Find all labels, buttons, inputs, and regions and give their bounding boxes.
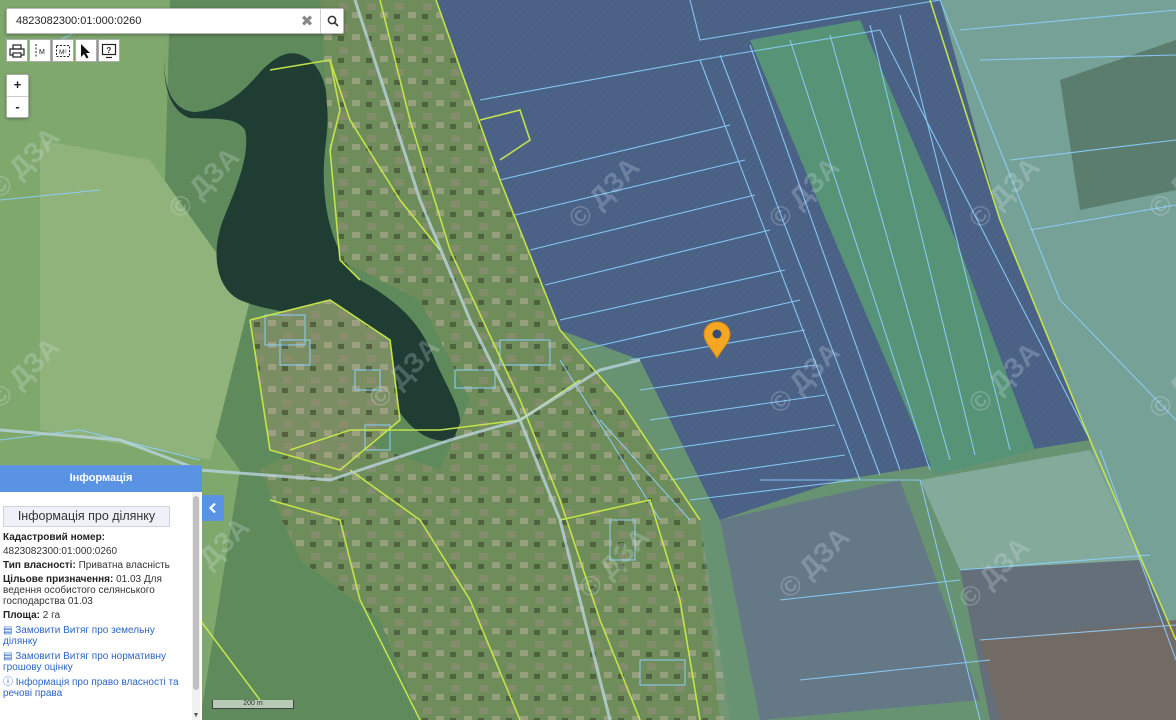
search-box: ✖	[6, 8, 344, 34]
info-panel-subtitle: Інформація про ділянку	[3, 506, 170, 527]
info-panel: Інформація Інформація про ділянку Кадаст…	[0, 465, 202, 720]
ownership-row: Тип власності: Приватна власність	[3, 560, 186, 571]
scrollbar-thumb[interactable]	[193, 496, 199, 690]
zoom-out-button[interactable]: -	[7, 96, 28, 117]
print-button[interactable]	[6, 39, 28, 62]
print-icon	[9, 43, 25, 58]
ownership-label: Тип власності:	[3, 560, 76, 571]
document-icon: ▤	[3, 651, 13, 662]
purpose-label: Цільове призначення:	[3, 574, 114, 585]
info-panel-body: Інформація про ділянку Кадастровий номер…	[0, 492, 190, 720]
document-icon: ▤	[3, 625, 13, 636]
cursor-icon	[81, 43, 90, 58]
order-valuation-extract-link[interactable]: ▤ Замовити Витяг про нормативну грошову …	[3, 651, 186, 673]
measure-length-button[interactable]: M	[29, 39, 51, 62]
measure-area-icon: M²	[56, 44, 70, 57]
measure-area-button[interactable]: M²	[52, 39, 74, 62]
svg-text:M²: M²	[59, 49, 67, 56]
select-button[interactable]	[75, 39, 97, 62]
zoom-control: + -	[6, 74, 29, 118]
scroll-down-icon[interactable]: ▼	[192, 712, 200, 719]
chevron-left-icon	[208, 502, 216, 514]
purpose-row: Цільове призначення: 01.03 Для ведення о…	[3, 574, 186, 607]
search-icon	[327, 15, 339, 27]
help-icon: ?	[101, 43, 117, 58]
search-input[interactable]	[7, 9, 293, 33]
info-panel-scrollbar[interactable]: ▼	[192, 492, 200, 720]
measure-length-icon: M	[35, 43, 45, 58]
scale-bar: 200 m	[212, 700, 294, 709]
info-icon: ⓘ	[3, 677, 13, 688]
search-button[interactable]	[320, 9, 344, 33]
area-value: 2 га	[42, 610, 61, 621]
info-panel-header: Інформація	[0, 466, 202, 492]
map-toolbar: M M² ?	[6, 39, 120, 62]
cadastral-number-value: 4823082300:01:000:0260	[3, 546, 118, 557]
svg-text:M: M	[39, 49, 45, 56]
order-land-extract-link[interactable]: ▤ Замовити Витяг про земельну ділянку	[3, 625, 186, 647]
svg-text:?: ?	[106, 46, 111, 55]
ownership-value: Приватна власність	[78, 560, 170, 571]
area-row: Площа: 2 га	[3, 610, 186, 621]
area-label: Площа:	[3, 610, 40, 621]
cadastral-number-label: Кадастровий номер:	[3, 532, 106, 543]
collapse-panel-button[interactable]	[202, 495, 224, 521]
zoom-in-button[interactable]: +	[7, 75, 28, 96]
ownership-rights-link[interactable]: ⓘ Інформація про право власності та речо…	[3, 677, 186, 699]
help-button[interactable]: ?	[98, 39, 120, 62]
clear-icon[interactable]: ✖	[295, 9, 319, 33]
